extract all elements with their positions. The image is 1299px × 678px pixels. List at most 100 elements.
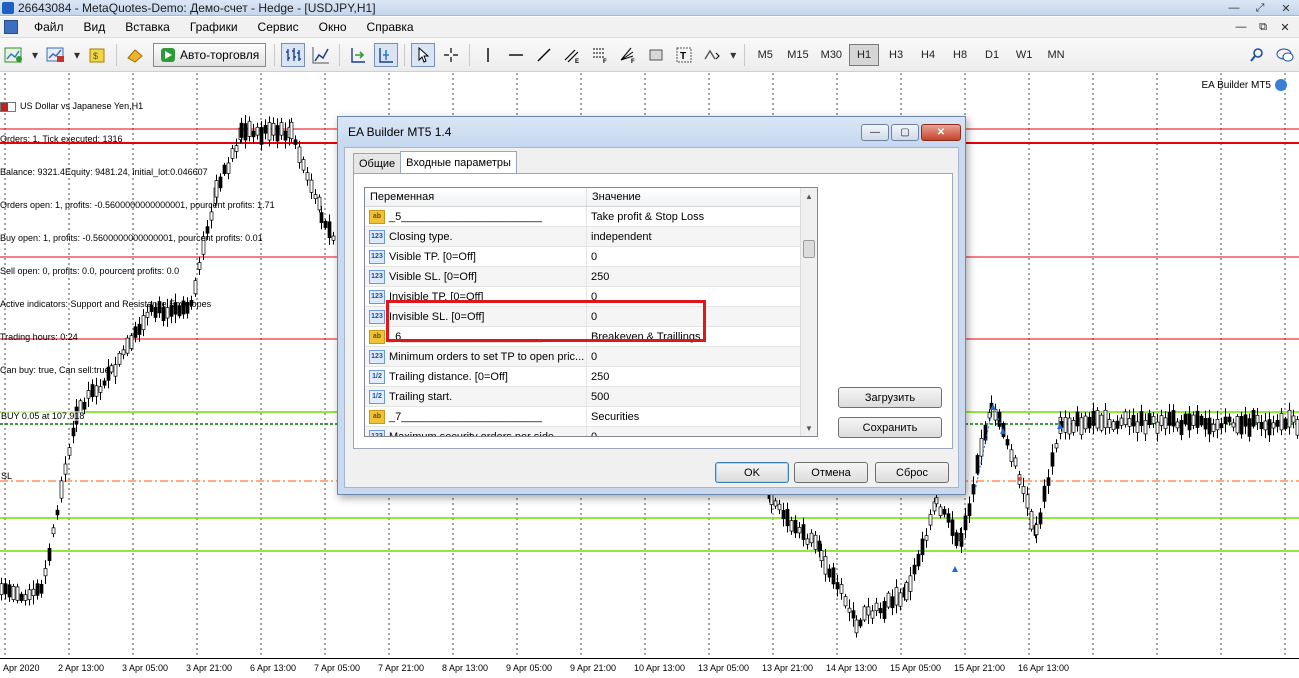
input-variable-cell[interactable]: 123 Closing type. — [365, 227, 587, 246]
close-window-button[interactable]: ✕ — [1273, 0, 1299, 16]
chat-icon[interactable] — [1273, 43, 1297, 67]
chevron-down-icon[interactable]: ▾ — [72, 43, 82, 67]
stop-loss-label[interactable]: SL — [1, 471, 12, 481]
scroll-down-icon[interactable]: ▼ — [801, 420, 817, 436]
timeframe-h4[interactable]: H4 — [913, 44, 943, 66]
dialog-close-button[interactable]: ✕ — [921, 124, 961, 141]
column-variable[interactable]: Переменная — [365, 188, 587, 206]
chevron-down-icon[interactable]: ▾ — [728, 43, 738, 67]
equidistant-channel-icon[interactable]: E — [560, 43, 584, 67]
input-value-cell[interactable]: 500 — [587, 387, 809, 406]
input-value-cell[interactable]: 250 — [587, 267, 809, 286]
timeframe-m5[interactable]: M5 — [750, 44, 780, 66]
search-icon[interactable] — [1245, 43, 1269, 67]
cursor-icon[interactable] — [411, 42, 436, 67]
timeframe-d1[interactable]: D1 — [977, 44, 1007, 66]
input-variable-cell[interactable]: 123 Maximum security orders per side — [365, 427, 587, 436]
timeframe-h1[interactable]: H1 — [849, 43, 880, 66]
chevron-down-icon[interactable]: ▾ — [30, 43, 40, 67]
input-value-cell[interactable]: 250 — [587, 367, 809, 386]
buy-order-label[interactable]: BUY 0.05 at 107.918 — [1, 411, 85, 421]
input-variable-cell[interactable]: ab _7_______________________ — [365, 407, 587, 426]
inputs-grid[interactable]: Переменная Значение ab _5________________… — [364, 187, 818, 437]
dialog-titlebar[interactable]: EA Builder MT5 1.4 — ▢ ✕ — [338, 117, 965, 147]
input-row[interactable]: 1/2 Trailing distance. [0=Off] 250 — [365, 367, 817, 387]
input-value-cell[interactable]: 0 — [587, 427, 809, 437]
arrows-icon[interactable] — [700, 43, 724, 67]
input-row[interactable]: 123 Visible SL. [0=Off] 250 — [365, 267, 817, 287]
scroll-up-icon[interactable]: ▲ — [801, 188, 817, 204]
timeframe-m15[interactable]: M15 — [782, 44, 813, 66]
input-row[interactable]: 123 Visible TP. [0=Off] 0 — [365, 247, 817, 267]
autoscroll-icon[interactable] — [346, 43, 370, 67]
menu-charts[interactable]: Графики — [180, 17, 248, 38]
mdi-minimize-button[interactable]: — — [1231, 19, 1251, 35]
expert-advisor-label[interactable]: EA Builder MT5 — [1202, 79, 1287, 91]
column-value[interactable]: Значение — [587, 188, 801, 206]
menu-help[interactable]: Справка — [357, 17, 424, 38]
new-chart-icon[interactable] — [2, 43, 26, 67]
tab-common[interactable]: Общие — [353, 153, 402, 173]
input-row[interactable]: 123 Minimum orders to set TP to open pric… — [365, 347, 817, 367]
menu-insert[interactable]: Вставка — [115, 17, 180, 38]
input-row[interactable]: 123 Maximum security orders per side 0 — [365, 427, 817, 437]
mdi-close-button[interactable]: ✕ — [1275, 19, 1295, 35]
crosshair-icon[interactable] — [439, 43, 463, 67]
profiles-icon[interactable] — [44, 43, 68, 67]
input-value-cell[interactable]: 0 — [587, 347, 809, 366]
input-value-cell[interactable]: independent — [587, 227, 809, 246]
input-value-cell[interactable]: Take profit & Stop Loss — [587, 207, 809, 226]
timeframe-mn[interactable]: MN — [1041, 44, 1071, 66]
input-variable-cell[interactable]: 123 Minimum orders to set TP to open pric… — [365, 347, 587, 366]
menu-window[interactable]: Окно — [309, 17, 357, 38]
timeframe-h8[interactable]: H8 — [945, 44, 975, 66]
horizontal-line-icon[interactable] — [504, 43, 528, 67]
minimize-window-button[interactable]: — — [1221, 0, 1247, 16]
load-button[interactable]: Загрузить — [838, 387, 942, 408]
input-row[interactable]: 123 Closing type. independent — [365, 227, 817, 247]
rectangle-icon[interactable] — [644, 43, 668, 67]
chart-shift-icon[interactable] — [374, 42, 399, 67]
fibonacci-fan-icon[interactable]: F — [616, 43, 640, 67]
bar-chart-icon[interactable] — [281, 42, 306, 67]
timeframe-w1[interactable]: W1 — [1009, 44, 1039, 66]
save-button[interactable]: Сохранить — [838, 417, 942, 438]
dialog-minimize-button[interactable]: — — [861, 124, 889, 141]
input-variable-cell[interactable]: 123 Visible SL. [0=Off] — [365, 267, 587, 286]
text-icon[interactable]: T — [672, 43, 696, 67]
chart-doc-icon[interactable] — [4, 20, 18, 34]
candlestick-icon[interactable] — [309, 43, 333, 67]
input-variable-cell[interactable]: 123 Visible TP. [0=Off] — [365, 247, 587, 266]
maximize-window-button[interactable]: ⤢ — [1247, 0, 1273, 16]
input-row[interactable]: ab _7_______________________ Securities — [365, 407, 817, 427]
strategy-tester-icon[interactable] — [123, 43, 147, 67]
mdi-restore-button[interactable]: ⧉ — [1253, 19, 1273, 35]
dialog-maximize-button[interactable]: ▢ — [891, 124, 919, 141]
scrollbar-thumb[interactable] — [803, 240, 815, 258]
trendline-icon[interactable] — [532, 43, 556, 67]
grid-scrollbar[interactable]: ▲ ▼ — [800, 188, 817, 436]
input-variable-cell[interactable]: 1/2 Trailing distance. [0=Off] — [365, 367, 587, 386]
menu-view[interactable]: Вид — [74, 17, 116, 38]
input-row[interactable]: 1/2 Trailing start. 500 — [365, 387, 817, 407]
input-variable-cell[interactable]: 1/2 Trailing start. — [365, 387, 587, 406]
input-value-cell[interactable]: 0 — [587, 247, 809, 266]
reset-button[interactable]: Сброс — [875, 462, 949, 483]
input-variable-name: Trailing distance. [0=Off] — [389, 370, 508, 383]
ok-button[interactable]: OK — [715, 462, 789, 483]
timeframe-m30[interactable]: M30 — [816, 44, 847, 66]
vertical-line-icon[interactable] — [476, 43, 500, 67]
input-row[interactable]: ab _5_______________________ Take profit &… — [365, 207, 817, 227]
market-watch-icon[interactable]: $ — [86, 43, 110, 67]
timeframe-h3[interactable]: H3 — [881, 44, 911, 66]
menu-file[interactable]: Файл — [24, 17, 74, 38]
fibonacci-retracement-icon[interactable]: F — [588, 43, 612, 67]
menu-tools[interactable]: Сервис — [248, 17, 309, 38]
input-variable-cell[interactable]: ab _5_______________________ — [365, 207, 587, 226]
toolbar-separator — [744, 43, 746, 66]
autotrade-button[interactable]: Авто-торговля — [153, 42, 267, 67]
input-value-cell[interactable]: Securities — [587, 407, 809, 426]
candle-body — [1151, 416, 1156, 424]
cancel-button[interactable]: Отмена — [794, 462, 868, 483]
tab-inputs[interactable]: Входные параметры — [400, 151, 517, 173]
